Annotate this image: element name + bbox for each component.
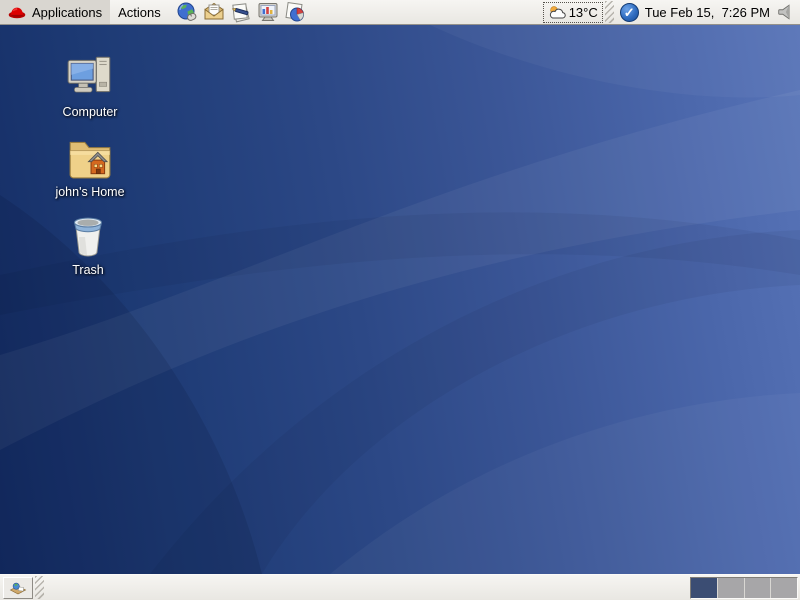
desktop-icon-computer[interactable]: Computer bbox=[30, 53, 150, 119]
desktop-icon-label: john's Home bbox=[55, 185, 124, 199]
redhat-menu-icon bbox=[8, 6, 26, 19]
actions-menu[interactable]: Actions bbox=[110, 0, 169, 24]
show-desktop-button[interactable] bbox=[3, 577, 33, 599]
clock[interactable]: Tue Feb 15, 7:26 PM bbox=[645, 5, 770, 20]
desktop-screen: Applications Actions bbox=[0, 0, 800, 600]
volume-control[interactable] bbox=[776, 3, 794, 21]
partly-cloudy-icon bbox=[548, 5, 567, 20]
workspace-cell[interactable] bbox=[771, 578, 797, 598]
actions-menu-label: Actions bbox=[118, 5, 161, 20]
email-icon bbox=[203, 1, 225, 23]
applications-menu-label: Applications bbox=[32, 5, 102, 20]
applications-menu[interactable]: Applications bbox=[0, 0, 110, 24]
show-desktop-icon bbox=[9, 580, 27, 596]
workspace-cell[interactable] bbox=[745, 578, 772, 598]
desktop-icon-trash[interactable]: Trash bbox=[28, 213, 148, 277]
top-panel: Applications Actions bbox=[0, 0, 800, 25]
computer-icon bbox=[65, 53, 115, 101]
trash-icon bbox=[65, 213, 111, 259]
presentation-icon bbox=[257, 1, 279, 23]
spreadsheet-launcher[interactable] bbox=[283, 0, 307, 24]
desktop-icon-home[interactable]: john's Home bbox=[30, 133, 150, 199]
speaker-icon bbox=[776, 3, 794, 21]
desktop-icon-label: Trash bbox=[72, 263, 104, 277]
word-processor-launcher[interactable] bbox=[229, 0, 253, 24]
window-list bbox=[46, 575, 690, 600]
update-check-icon[interactable] bbox=[620, 3, 639, 22]
desktop-icon-label: Computer bbox=[63, 105, 118, 119]
home-folder-icon bbox=[65, 133, 115, 181]
workspace-cell[interactable] bbox=[691, 578, 718, 598]
weather-temperature: 13°C bbox=[569, 5, 598, 20]
desktop-workspace[interactable]: Computer john's Home bbox=[0, 25, 800, 574]
web-browser-icon bbox=[176, 1, 198, 23]
spreadsheet-icon bbox=[284, 1, 306, 23]
presentation-launcher[interactable] bbox=[256, 0, 280, 24]
bottom-panel bbox=[0, 574, 800, 600]
weather-applet[interactable]: 13°C bbox=[543, 2, 603, 23]
panel-handle[interactable] bbox=[35, 576, 44, 599]
email-launcher[interactable] bbox=[202, 0, 226, 24]
workspace-cell[interactable] bbox=[718, 578, 745, 598]
workspace-switcher bbox=[690, 577, 798, 599]
web-browser-launcher[interactable] bbox=[175, 0, 199, 24]
panel-handle[interactable] bbox=[605, 1, 614, 23]
word-processor-icon bbox=[230, 1, 252, 23]
launcher-bar bbox=[175, 0, 307, 24]
